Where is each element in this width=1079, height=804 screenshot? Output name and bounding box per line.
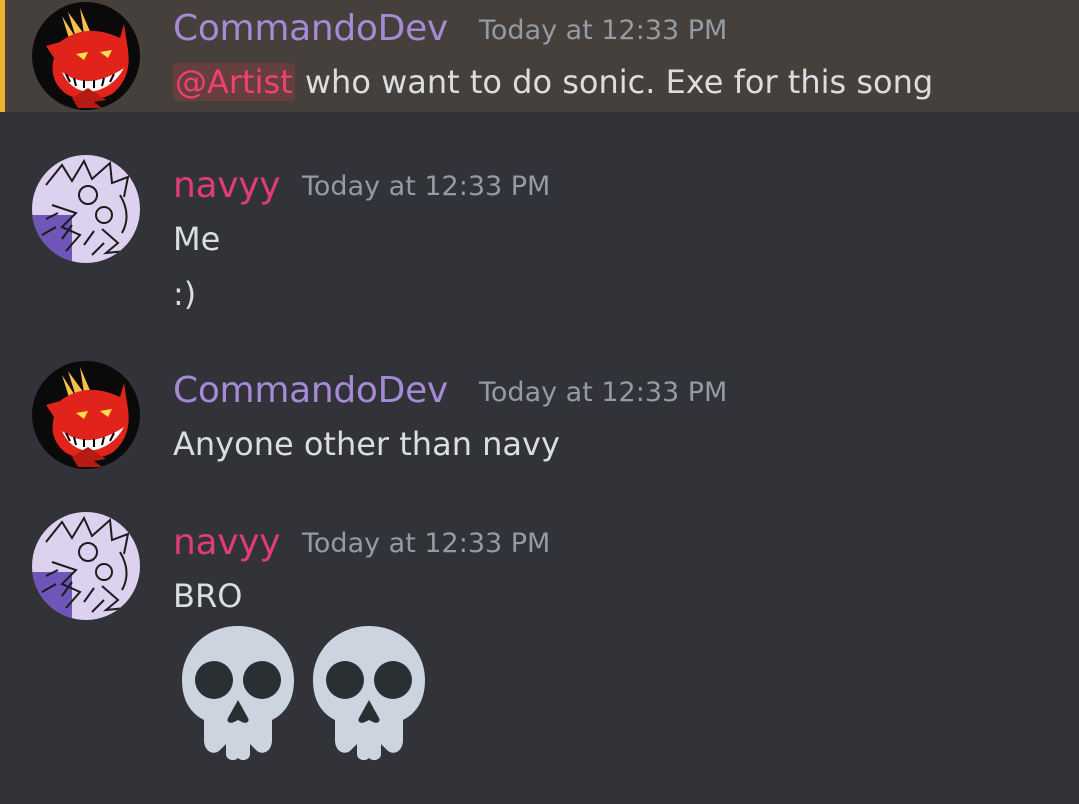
red-demon-avatar-icon[interactable] (32, 361, 140, 469)
message-text: :) (173, 275, 197, 313)
sketch-avatar-icon[interactable] (32, 155, 140, 263)
skull-emoji[interactable] (309, 622, 429, 762)
timestamp: Today at 12:33 PM (479, 377, 728, 408)
timestamp: Today at 12:33 PM (479, 15, 728, 46)
mention-artist[interactable]: @Artist (173, 63, 295, 101)
author-name[interactable]: CommandoDev (173, 370, 448, 411)
author-name[interactable]: navyy (173, 165, 281, 206)
message-text: BRO (173, 577, 243, 615)
timestamp: Today at 12:33 PM (302, 171, 551, 202)
timestamp: Today at 12:33 PM (302, 528, 551, 559)
skull-emoji[interactable] (178, 622, 298, 762)
message-body: who want to do sonic. Exe for this song (294, 63, 934, 101)
message-highlighted: CommandoDev Today at 12:33 PM @Artist wh… (0, 0, 1079, 112)
author-name[interactable]: CommandoDev (173, 8, 448, 49)
sketch-avatar-icon[interactable] (32, 512, 140, 620)
red-demon-avatar-icon[interactable] (32, 2, 140, 110)
message-text: @Artist who want to do sonic. Exe for th… (173, 63, 933, 101)
message-text: Me (173, 220, 221, 258)
message-text: Anyone other than navy (173, 425, 560, 463)
author-name[interactable]: navyy (173, 522, 281, 563)
